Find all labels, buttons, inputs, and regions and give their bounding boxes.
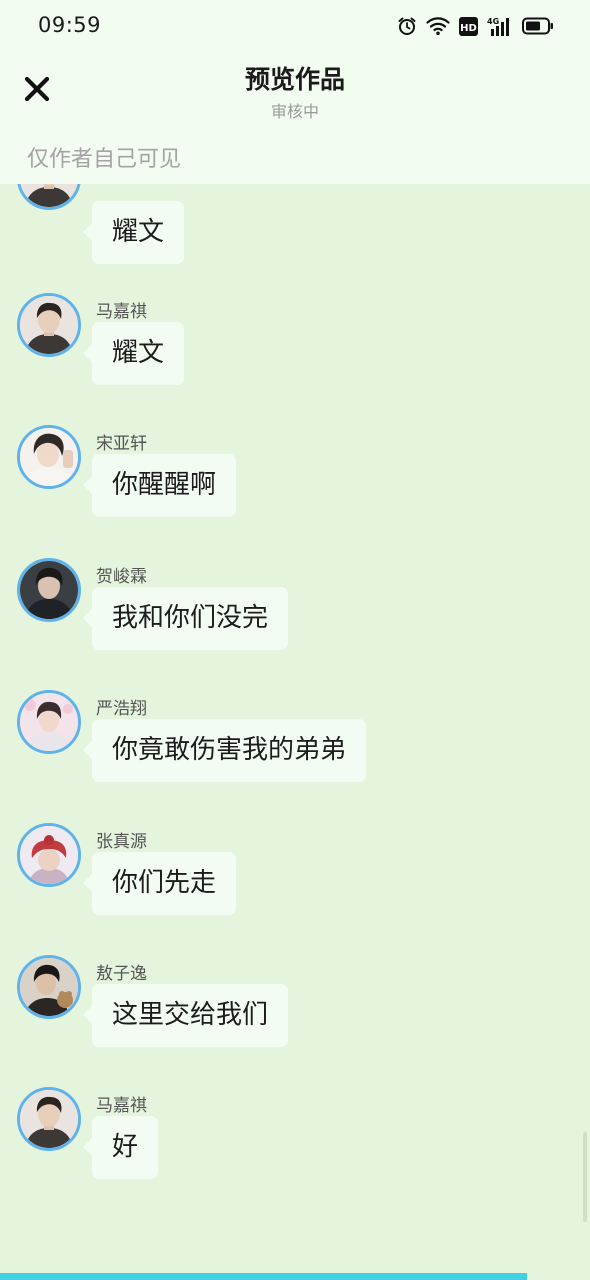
chat-message: 敖子逸 这里交给我们 — [0, 955, 590, 1087]
status-time: 09:59 — [38, 13, 102, 37]
message-bubble[interactable]: 耀文 — [82, 201, 185, 264]
sender-name: 张真源 — [96, 832, 147, 852]
chat-message: 贺峻霖 我和你们没完 — [0, 558, 590, 690]
status-bar: 09:59 HD 4G — [0, 0, 590, 52]
signal-4g-icon: 4G — [487, 17, 509, 36]
page-title: 预览作品 — [244, 65, 345, 94]
review-status: 审核中 — [270, 102, 319, 121]
scrollbar[interactable] — [583, 1132, 587, 1222]
avatar[interactable] — [17, 425, 81, 489]
chat-list[interactable]: 耀文 马嘉祺 耀文 宋亚轩 你醒醒啊 贺峻霖 我和你们没完 严浩翔 你竟敢伤害我… — [0, 184, 590, 1274]
message-bubble[interactable]: 你竟敢伤害我的弟弟 — [82, 719, 367, 782]
chat-message: 严浩翔 你竟敢伤害我的弟弟 — [0, 690, 590, 822]
chat-message: 张真源 你们先走 — [0, 823, 590, 955]
avatar[interactable] — [17, 823, 81, 887]
hd-icon: HD — [459, 16, 478, 36]
avatar[interactable] — [17, 184, 81, 210]
header: 09:59 HD 4G 预览作品 审核中 仅作者自己可见 — [0, 0, 590, 184]
status-icons: HD 4G — [397, 14, 554, 38]
chat-message: 马嘉祺 耀文 — [0, 293, 590, 425]
avatar[interactable] — [17, 1087, 81, 1151]
chat-message: 宋亚轩 你醒醒啊 — [0, 425, 590, 557]
message-bubble[interactable]: 我和你们没完 — [82, 587, 289, 650]
message-bubble[interactable]: 耀文 — [82, 322, 185, 385]
avatar[interactable] — [17, 293, 81, 357]
sender-name: 马嘉祺 — [96, 1096, 147, 1116]
chat-preview-screen: 09:59 HD 4G 预览作品 审核中 仅作者自己可见 耀文 马嘉祺 耀文 宋… — [0, 0, 590, 1280]
sender-name: 马嘉祺 — [96, 302, 147, 322]
chat-message: 马嘉祺 好 — [0, 1087, 590, 1219]
visibility-notice: 仅作者自己可见 — [27, 147, 182, 172]
wifi-icon — [426, 17, 450, 36]
sender-name: 严浩翔 — [96, 699, 147, 719]
message-bubble[interactable]: 你们先走 — [82, 852, 237, 915]
sender-name: 敖子逸 — [96, 964, 147, 984]
svg-text:HD: HD — [460, 23, 477, 34]
sender-name: 宋亚轩 — [96, 434, 147, 454]
chat-message: 耀文 — [0, 184, 590, 304]
avatar[interactable] — [17, 955, 81, 1019]
alarm-icon — [398, 17, 416, 35]
sender-name: 贺峻霖 — [96, 567, 147, 587]
avatar[interactable] — [17, 558, 81, 622]
avatar[interactable] — [17, 690, 81, 754]
svg-text:4G: 4G — [487, 17, 499, 26]
message-bubble[interactable]: 这里交给我们 — [82, 984, 289, 1047]
message-bubble[interactable]: 好 — [82, 1116, 159, 1179]
message-bubble[interactable]: 你醒醒啊 — [82, 454, 237, 517]
battery-icon — [522, 17, 553, 35]
bottom-accent-bar — [0, 1273, 527, 1280]
